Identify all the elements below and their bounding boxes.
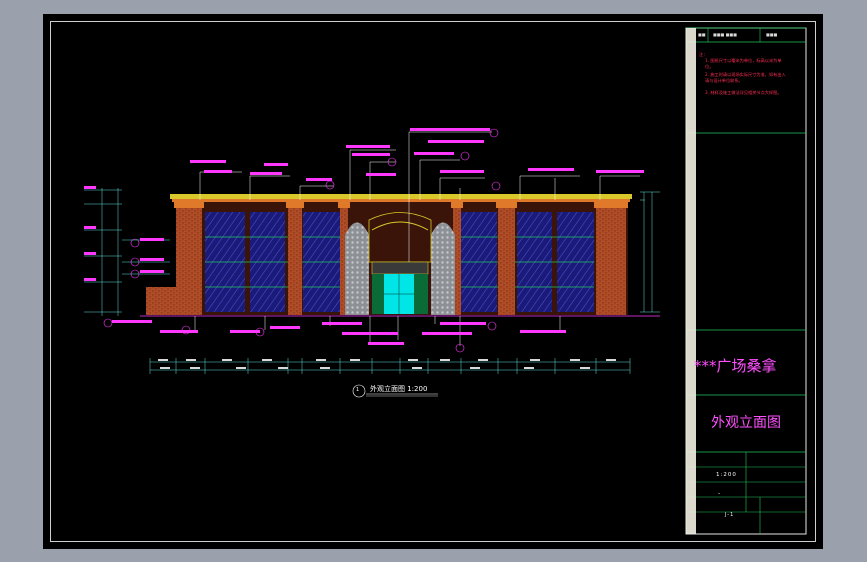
dash-value: - <box>718 490 721 497</box>
note-2: 2. 施工时请以现场实际尺寸为准，如有出入请与设计单位联系。 <box>705 72 786 84</box>
roof-cornice <box>170 194 632 199</box>
drawing-name: 外观立面图 <box>711 415 781 431</box>
drawing-caption: 外观立面图 1:200 <box>370 385 428 393</box>
note-1: 1. 图纸尺寸以毫米为单位，标高以米为单位。 <box>705 58 782 70</box>
right-dimensions <box>640 191 660 313</box>
project-name: ***广场桑拿 <box>694 357 777 375</box>
tb-header-1: ■■ <box>698 32 706 37</box>
title-block <box>685 27 807 535</box>
sheet-number: J-1 <box>725 512 735 518</box>
tb-header-3: ■■■ <box>766 32 778 37</box>
annex-wall <box>146 287 176 315</box>
note-3: 3. 材料及施工做法详见相关节点大样图。 <box>705 90 782 95</box>
tb-header-2: ■■■ ■■■ <box>713 32 737 37</box>
entrance <box>371 261 429 314</box>
caption-marker: 1 <box>356 387 360 393</box>
scale-value: 1:200 <box>716 472 737 478</box>
